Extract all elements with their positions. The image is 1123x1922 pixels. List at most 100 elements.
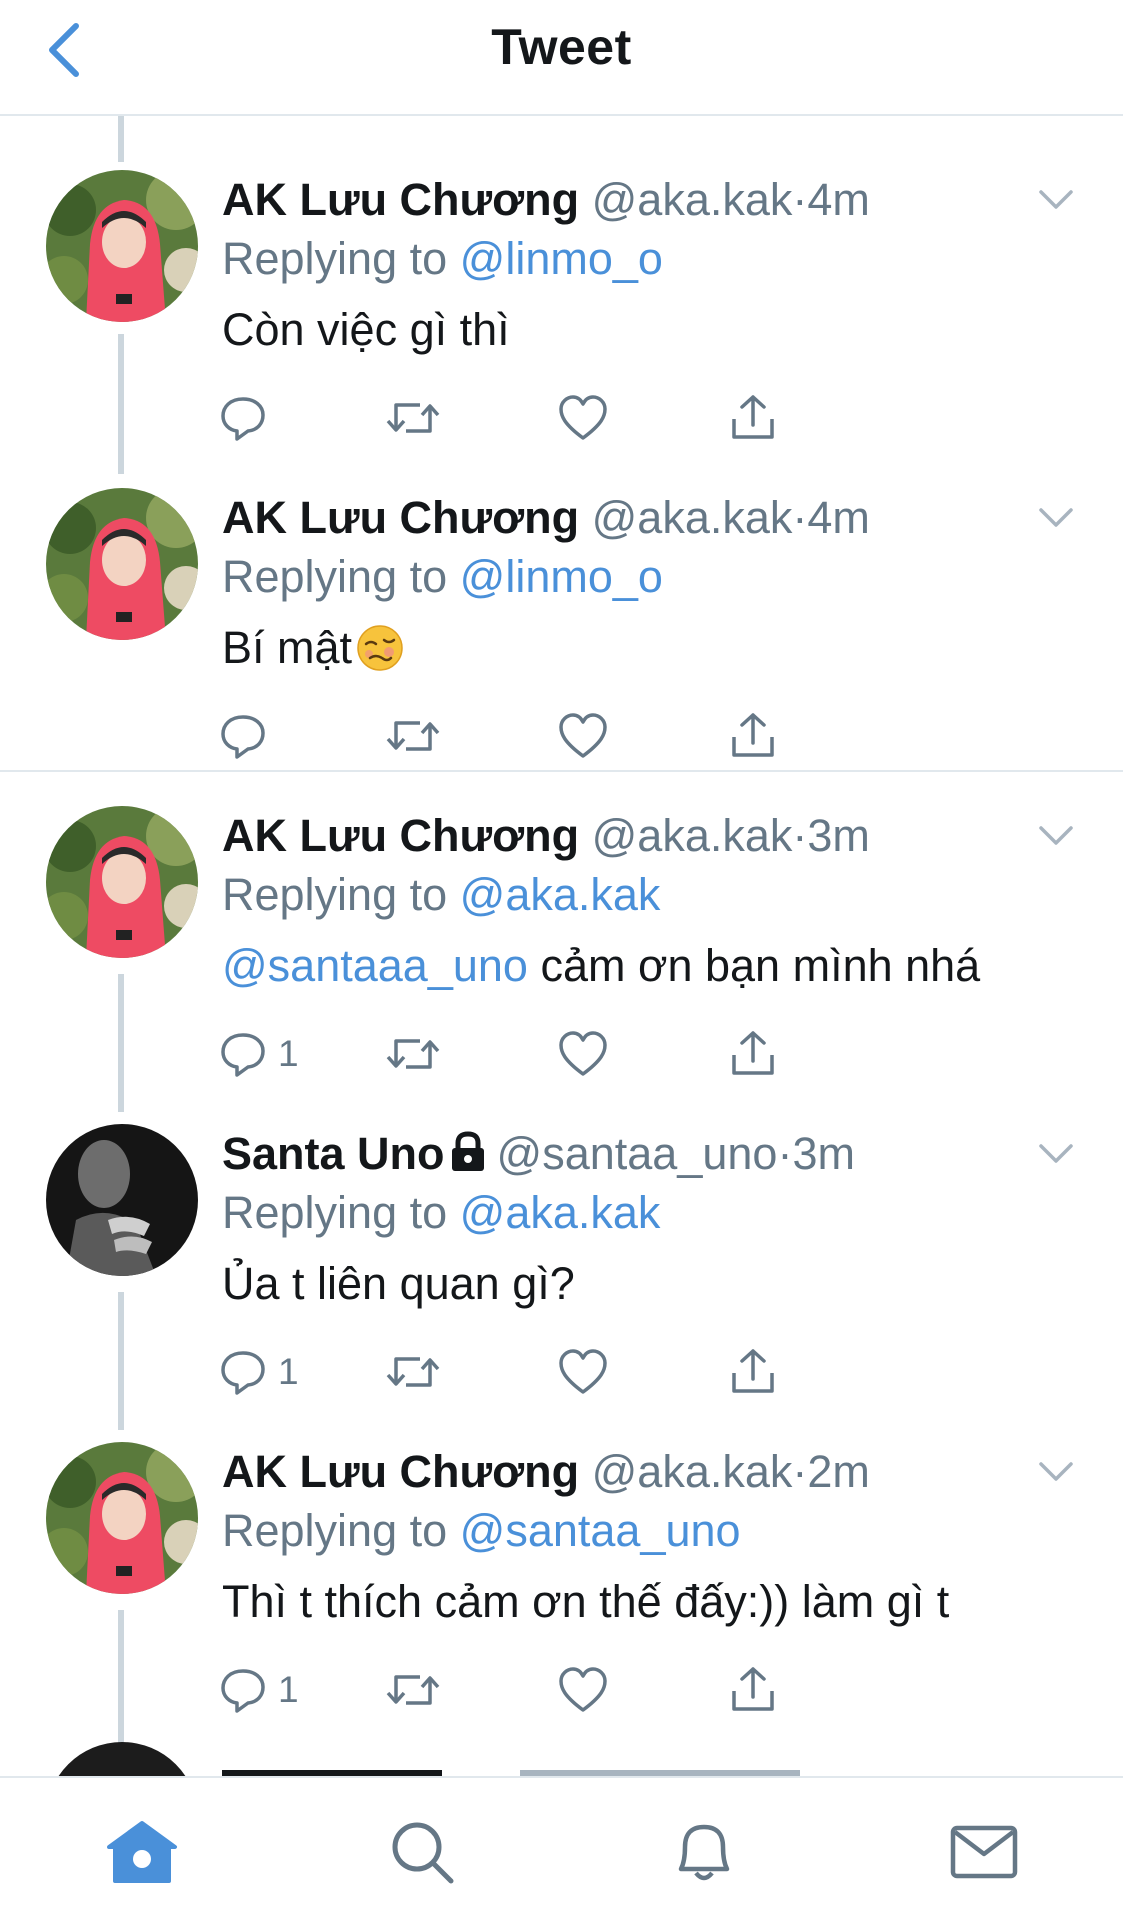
chevron-down-icon	[1039, 826, 1073, 845]
retweet-button[interactable]	[386, 388, 440, 448]
timestamp: 2m	[807, 1446, 870, 1497]
tweet[interactable]: Santa Uno @santaa_uno·3m Replying to @aka.…	[0, 1110, 1123, 1428]
next-tweet-partial	[0, 1740, 1123, 1776]
tab-messages[interactable]	[944, 1812, 1024, 1892]
retweet-button[interactable]	[386, 1660, 440, 1720]
share-button[interactable]	[728, 1024, 778, 1084]
avatar-pink-hoodie	[46, 170, 198, 322]
heart-icon	[559, 1031, 607, 1076]
like-button[interactable]	[558, 1342, 608, 1402]
tweet-options-button[interactable]	[1031, 814, 1081, 858]
tweet-header: AK Lưu Chương @aka.kak·2m	[222, 1444, 1022, 1500]
chevron-down-icon	[1039, 190, 1073, 209]
replying-to: Replying to @linmo_o	[222, 548, 663, 606]
share-button[interactable]	[728, 388, 778, 448]
tweet-text: Ủa t liên quan gì?	[222, 1254, 575, 1314]
display-name[interactable]: Santa Uno	[222, 1128, 445, 1179]
tweet-body: Còn việc gì thì	[222, 304, 510, 355]
replying-to-label: Replying to	[222, 1505, 448, 1556]
heart-icon	[559, 1349, 607, 1394]
avatar[interactable]	[46, 1442, 198, 1594]
share-button[interactable]	[728, 1342, 778, 1402]
replying-to-handle[interactable]: @linmo_o	[460, 551, 663, 602]
heart-icon	[559, 713, 607, 758]
tweet[interactable]: AK Lưu Chương @aka.kak·4m Replying to @li…	[0, 156, 1123, 474]
tweet-options-button[interactable]	[1031, 496, 1081, 540]
avatar[interactable]	[46, 170, 198, 322]
thread-line	[118, 114, 124, 162]
lock-icon	[451, 1131, 484, 1171]
retweet-icon	[386, 721, 440, 751]
mention-link[interactable]: @santaaa_uno	[222, 936, 528, 996]
messages-icon	[950, 1825, 1018, 1879]
like-button[interactable]	[558, 706, 608, 766]
retweet-button[interactable]	[386, 1024, 440, 1084]
tweet-actions: 1	[221, 1342, 922, 1412]
replying-to-label: Replying to	[222, 869, 448, 920]
retweet-button[interactable]	[386, 706, 440, 766]
replying-to-handle[interactable]: @aka.kak	[460, 1187, 661, 1238]
tweet-header: AK Lưu Chương @aka.kak·4m	[222, 172, 1022, 228]
display-name[interactable]: AK Lưu Chương	[222, 810, 579, 861]
tweet[interactable]: AK Lưu Chương @aka.kak·4m Replying to @li…	[0, 474, 1123, 792]
user-handle[interactable]: @aka.kak	[592, 1446, 793, 1497]
display-name[interactable]: AK Lưu Chương	[222, 492, 579, 543]
chevron-down-icon	[1039, 508, 1073, 527]
retweet-icon	[386, 1039, 440, 1069]
timestamp: 4m	[807, 174, 870, 225]
reply-button[interactable]: 1	[218, 1024, 299, 1084]
heart-icon	[559, 1667, 607, 1712]
like-button[interactable]	[558, 388, 608, 448]
avatar-dark-portrait	[46, 1124, 198, 1276]
tweet-options-button[interactable]	[1031, 1132, 1081, 1176]
avatar-pink-hoodie	[46, 806, 198, 958]
tweet-text: Bí mật	[222, 618, 404, 678]
chevron-down-icon	[1039, 1462, 1073, 1481]
user-handle[interactable]: @aka.kak	[592, 174, 793, 225]
display-name[interactable]: AK Lưu Chương	[222, 1446, 579, 1497]
tweet-text: Còn việc gì thì	[222, 300, 510, 360]
replying-to-label: Replying to	[222, 1187, 448, 1238]
bottom-tab-bar	[0, 1776, 1123, 1922]
tweet-body: Bí mật	[222, 622, 353, 673]
replying-to: Replying to @santaa_uno	[222, 1502, 741, 1560]
tweet[interactable]: AK Lưu Chương @aka.kak·3m Replying to @ak…	[0, 792, 1123, 1110]
share-button[interactable]	[728, 1660, 778, 1720]
page-title: Tweet	[491, 19, 632, 75]
reply-button[interactable]: 1	[218, 1342, 299, 1402]
avatar[interactable]	[46, 806, 198, 958]
replying-to-handle[interactable]: @linmo_o	[460, 233, 663, 284]
like-button[interactable]	[558, 1024, 608, 1084]
separator-dot: ·	[777, 1128, 793, 1179]
retweet-icon	[386, 403, 440, 433]
tweet-header: Santa Uno @santaa_uno·3m	[222, 1126, 1022, 1182]
separator-dot: ·	[792, 1446, 808, 1497]
tweet-header: AK Lưu Chương @aka.kak·3m	[222, 808, 1022, 864]
woozy-face-emoji	[357, 625, 403, 671]
reply-button[interactable]	[218, 706, 278, 766]
timestamp: 3m	[807, 810, 870, 861]
share-icon	[732, 1349, 774, 1393]
chevron-down-icon	[1039, 1144, 1073, 1163]
reply-button[interactable]	[218, 388, 278, 448]
tweet[interactable]: AK Lưu Chương @aka.kak·2m Replying to @sa…	[0, 1428, 1123, 1746]
like-button[interactable]	[558, 1660, 608, 1720]
tweet-options-button[interactable]	[1031, 1450, 1081, 1494]
tab-notifications[interactable]	[664, 1812, 744, 1892]
avatar[interactable]	[46, 488, 198, 640]
avatar[interactable]	[46, 1124, 198, 1276]
tweet-text: @santaaa_uno cảm ơn bạn mình nhá	[222, 936, 980, 996]
replying-to-handle[interactable]: @santaa_uno	[460, 1505, 741, 1556]
tab-home[interactable]	[102, 1812, 182, 1892]
retweet-button[interactable]	[386, 1342, 440, 1402]
reply-button[interactable]: 1	[218, 1660, 299, 1720]
user-handle[interactable]: @aka.kak	[592, 492, 793, 543]
tab-search[interactable]	[382, 1812, 462, 1892]
share-icon	[732, 1031, 774, 1075]
user-handle[interactable]: @santaa_uno	[497, 1128, 778, 1179]
replying-to-handle[interactable]: @aka.kak	[460, 869, 661, 920]
user-handle[interactable]: @aka.kak	[592, 810, 793, 861]
display-name[interactable]: AK Lưu Chương	[222, 174, 579, 225]
share-button[interactable]	[728, 706, 778, 766]
tweet-options-button[interactable]	[1031, 178, 1081, 222]
